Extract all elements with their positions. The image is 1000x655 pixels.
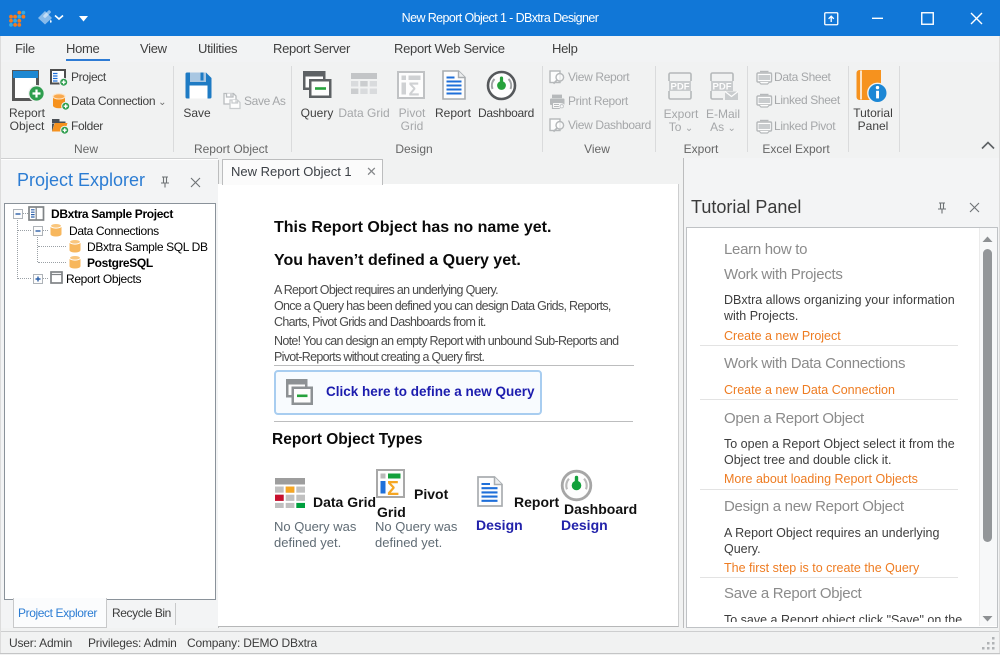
svg-text:Σ: Σ [409, 80, 420, 100]
svg-text:PDF: PDF [671, 82, 690, 93]
svg-text:PDF: PDF [713, 82, 732, 93]
svg-text:Σ: Σ [387, 478, 399, 498]
